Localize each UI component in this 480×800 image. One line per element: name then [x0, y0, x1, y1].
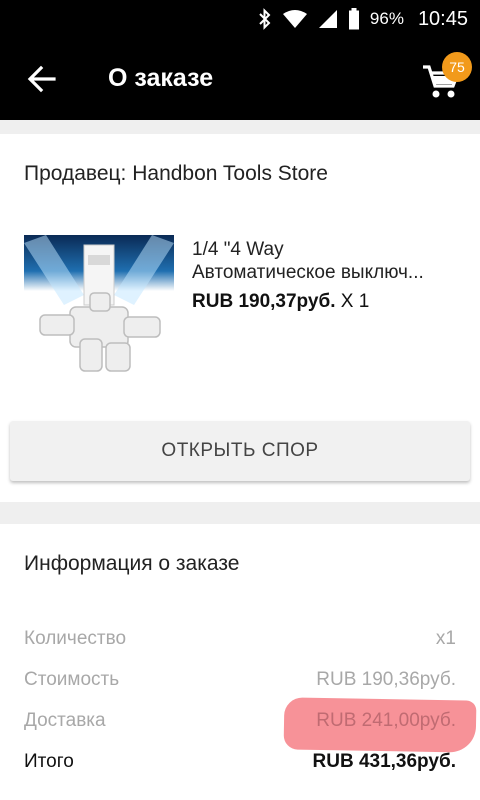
bluetooth-icon: [259, 8, 271, 30]
cost-row: Стоимость RUB 190,36руб.: [24, 669, 456, 699]
quantity-row: Количество x1: [24, 628, 456, 658]
product-price-quantity: RUB 190,37руб. X 1: [192, 291, 369, 313]
cost-value: RUB 190,36руб.: [316, 669, 456, 690]
product-image[interactable]: [24, 235, 174, 385]
seller-name[interactable]: Продавец: Handbon Tools Store: [24, 162, 328, 186]
quantity-value: x1: [435, 628, 456, 649]
signal-icon: [318, 10, 337, 28]
delivery-value: RUB 241,00руб.: [316, 710, 456, 731]
product-title-line2: Автоматическое выключ...: [192, 262, 424, 283]
clock: 10:45: [417, 7, 468, 30]
status-icons: 96% 10:45: [258, 7, 468, 31]
open-dispute-button[interactable]: ОТКРЫТЬ СПОР: [10, 421, 470, 481]
cart-button[interactable]: 75: [422, 52, 472, 102]
quantity-label: Количество: [24, 628, 127, 649]
product-title-line1: 1/4 "4 Way: [192, 239, 284, 260]
total-label: Итого: [24, 751, 74, 772]
total-row: Итого RUB 431,36руб.: [24, 751, 456, 781]
product-quantity: X 1: [340, 291, 370, 312]
order-item-card: Продавец: Handbon Tools Store 1/4 "4 Way…: [0, 134, 480, 502]
order-info-title: Информация о заказе: [24, 552, 240, 575]
product-title[interactable]: 1/4 "4 Way Автоматическое выключ...: [192, 238, 462, 284]
app-bar: О заказе 75: [0, 38, 480, 120]
delivery-label: Доставка: [24, 710, 106, 731]
cart-count-badge: 75: [442, 52, 472, 82]
wifi-icon: [282, 10, 307, 28]
back-arrow-icon[interactable]: [26, 63, 58, 95]
total-value: RUB 431,36руб.: [312, 751, 457, 772]
status-bar: 96% 10:45: [0, 0, 480, 38]
battery-icon: [348, 8, 359, 30]
order-info-card: Информация о заказе Количество x1 Стоимо…: [0, 524, 480, 800]
delivery-row: Доставка RUB 241,00руб.: [24, 710, 456, 740]
cost-label: Стоимость: [24, 669, 120, 690]
page-title: О заказе: [108, 64, 214, 92]
battery-percent: 96%: [369, 9, 404, 28]
product-price: RUB 190,37руб.: [192, 291, 336, 312]
